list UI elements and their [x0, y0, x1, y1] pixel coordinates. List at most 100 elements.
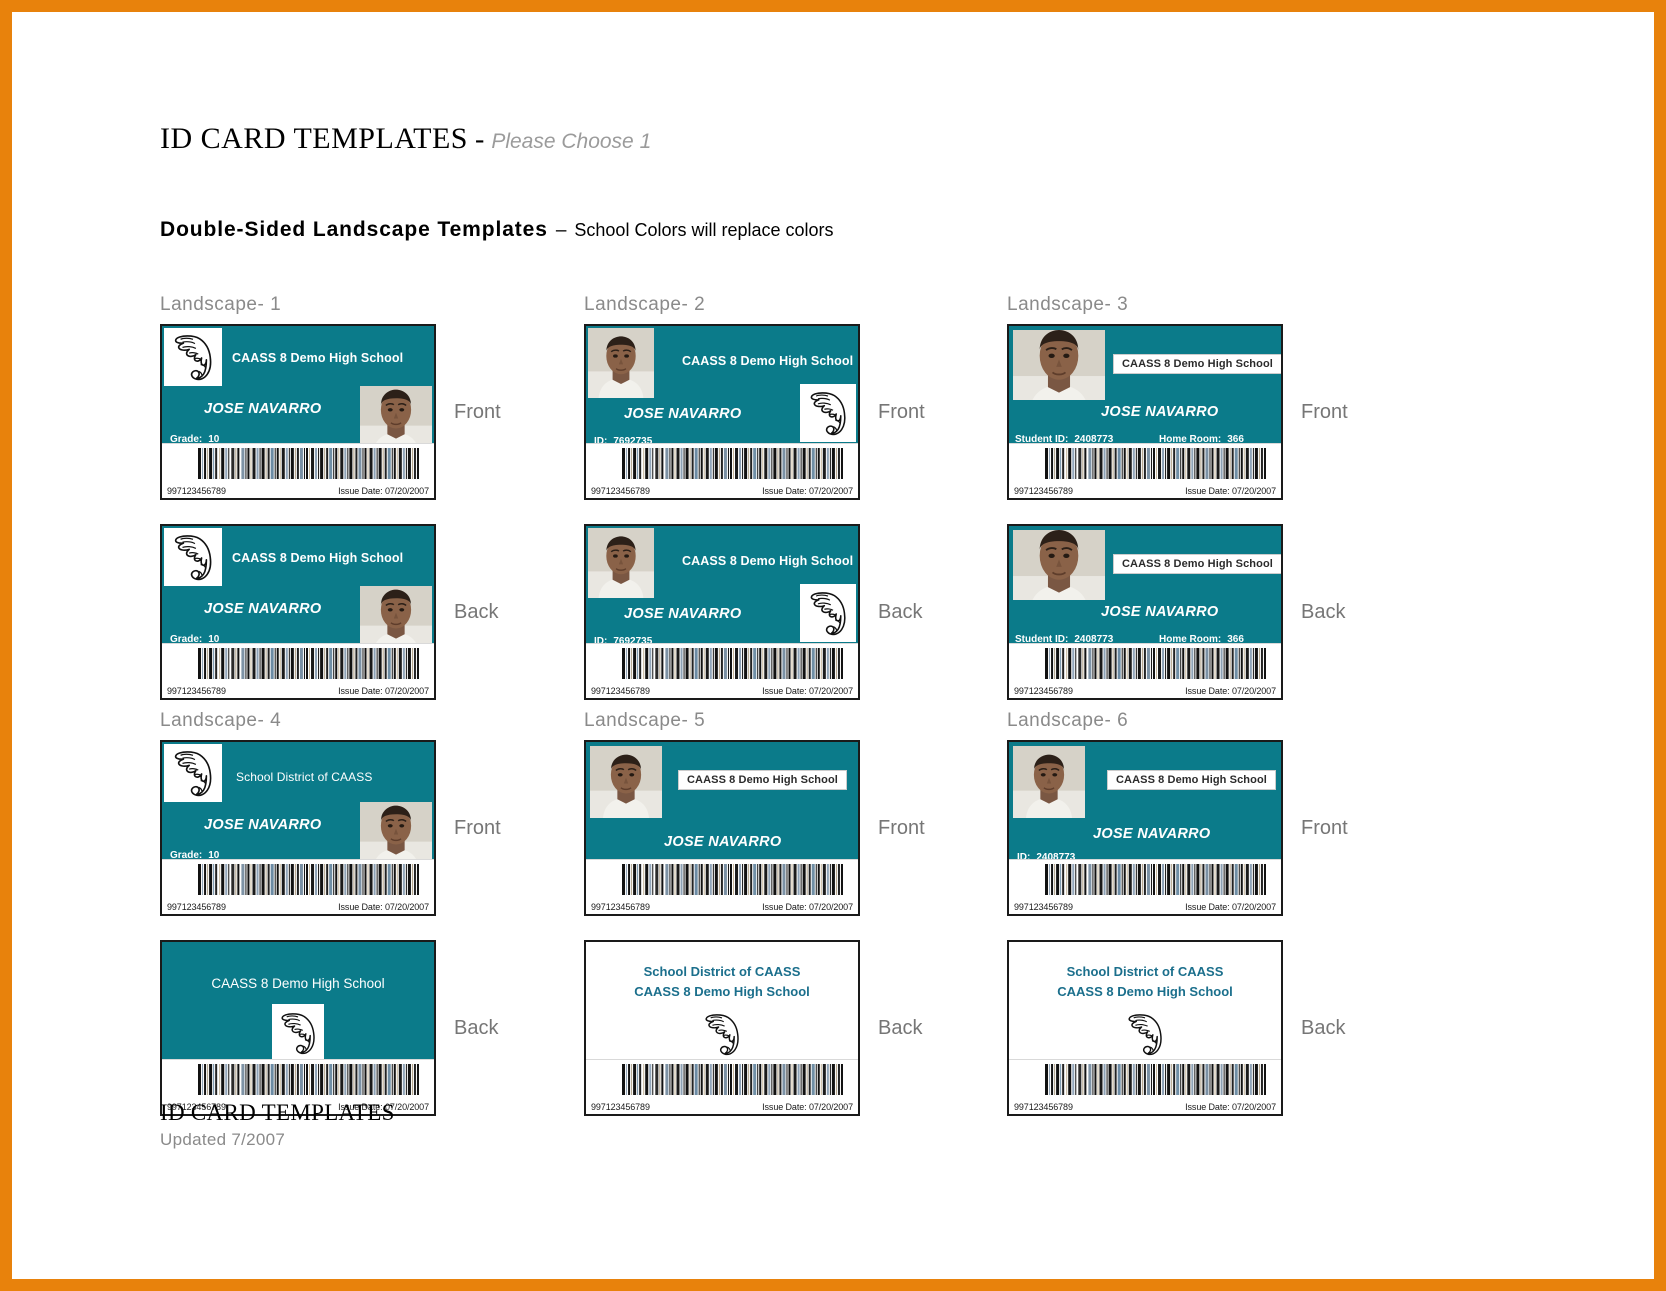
card-student-name: JOSE NAVARRO	[624, 406, 742, 422]
card-row-l5-back: School District of CAASS CAASS 8 Demo Hi…	[584, 940, 925, 1116]
card-row-l3-front: CAASS 8 Demo High School JOSE NAVARRO St…	[1007, 324, 1348, 500]
row-spacer	[160, 916, 501, 940]
card-student-name: JOSE NAVARRO	[1101, 404, 1219, 420]
template-label-landscape-1: Landscape- 1	[160, 294, 282, 315]
card-school-name: CAASS 8 Demo High School	[232, 351, 404, 365]
barcode-icon	[1045, 448, 1267, 479]
side-label-front: Front	[878, 400, 925, 423]
card-student-name: JOSE NAVARRO	[1093, 826, 1211, 842]
card-footer-text: 997123456789 Issue Date: 07/20/2007	[591, 686, 853, 696]
issue-date: Issue Date: 07/20/2007	[338, 686, 429, 696]
template-label-landscape-6: Landscape- 6	[1007, 710, 1129, 731]
card-district-name: School District of CAASS	[643, 964, 801, 979]
page-border-right	[1654, 0, 1666, 1291]
template-group-landscape-1: Landscape- 1 CAASS 8 Demo High School JO…	[160, 294, 501, 700]
template-group-landscape-6: Landscape- 6 CAASS 8 Demo High School JO…	[1007, 710, 1348, 1116]
card-field-grade: Grade: 10	[170, 850, 219, 859]
card-footer: 997123456789 Issue Date: 07/20/2007	[162, 859, 434, 914]
card-student-name: JOSE NAVARRO	[624, 606, 742, 622]
id-card-l3-front[interactable]: CAASS 8 Demo High School JOSE NAVARRO St…	[1007, 324, 1283, 500]
issue-date: Issue Date: 07/20/2007	[762, 902, 853, 912]
barcode-icon	[622, 448, 844, 479]
card-district-name: School District of CAASS	[1066, 964, 1224, 979]
card-field-id-label: ID:	[1017, 852, 1031, 859]
side-label-front: Front	[1301, 816, 1348, 839]
id-card-l5-front[interactable]: CAASS 8 Demo High School JOSE NAVARRO 99…	[584, 740, 860, 916]
card-student-name: JOSE NAVARRO	[664, 834, 782, 850]
card-field-grade-value: 10	[208, 434, 220, 443]
card-field-student-id-value: 2408773	[1074, 434, 1114, 443]
id-card-l4-back[interactable]: CAASS 8 Demo High School 997123456789 Is…	[160, 940, 436, 1116]
card-school-name: CAASS 8 Demo High School	[211, 976, 385, 991]
card-school-name: CAASS 8 Demo High School	[682, 354, 854, 368]
card-student-name: JOSE NAVARRO	[1101, 604, 1219, 620]
card-field-home-room-value: 366	[1227, 634, 1244, 643]
card-footer: 997123456789 Issue Date: 07/20/2007	[586, 643, 858, 698]
barcode-icon	[622, 648, 844, 679]
barcode-icon	[1045, 864, 1267, 895]
page-border-left	[0, 0, 12, 1291]
card-field-id: ID: 2408773	[1017, 852, 1075, 859]
card-field-id-value: 7692735	[613, 636, 653, 643]
issue-date: Issue Date: 07/20/2007	[1185, 486, 1276, 496]
issue-date: Issue Date: 07/20/2007	[762, 486, 853, 496]
tornado-mascot-logo-icon	[272, 1004, 324, 1059]
id-card-l5-back[interactable]: School District of CAASS CAASS 8 Demo Hi…	[584, 940, 860, 1116]
student-portrait-photo	[360, 802, 432, 859]
card-footer-text: 997123456789 Issue Date: 07/20/2007	[1014, 902, 1276, 912]
id-card-l4-front[interactable]: School District of CAASS JOSE NAVARRO Gr…	[160, 740, 436, 916]
id-card-l2-front[interactable]: CAASS 8 Demo High School JOSE NAVARRO ID…	[584, 324, 860, 500]
card-school-name: CAASS 8 Demo High School	[1057, 984, 1233, 999]
id-card-l2-back[interactable]: CAASS 8 Demo High School JOSE NAVARRO ID…	[584, 524, 860, 700]
card-footer: 997123456789 Issue Date: 07/20/2007	[586, 1059, 858, 1114]
card-field-id: ID: 7692735	[594, 636, 652, 643]
id-card-l1-back[interactable]: CAASS 8 Demo High School JOSE NAVARRO Gr…	[160, 524, 436, 700]
tornado-mascot-logo-icon	[800, 384, 856, 442]
barcode-number: 997123456789	[167, 686, 226, 696]
barcode-icon	[198, 448, 420, 479]
row-spacer	[584, 500, 925, 524]
barcode-number: 997123456789	[1014, 486, 1073, 496]
barcode-number: 997123456789	[1014, 1102, 1073, 1112]
side-label-front: Front	[454, 816, 501, 839]
page-footer-title: ID CARD TEMPLATES	[160, 1100, 395, 1125]
card-student-name: JOSE NAVARRO	[204, 601, 322, 617]
issue-date: Issue Date: 07/20/2007	[1185, 686, 1276, 696]
barcode-icon	[1045, 648, 1267, 679]
page-border-top	[0, 0, 1666, 12]
card-field-grade-value: 10	[208, 850, 220, 859]
card-body: CAASS 8 Demo High School JOSE NAVARRO St…	[1009, 526, 1281, 643]
card-row-l2-front: CAASS 8 Demo High School JOSE NAVARRO ID…	[584, 324, 925, 500]
card-field-student-id-label: Student ID:	[1015, 434, 1069, 443]
card-field-home-room-label: Home Room:	[1159, 434, 1222, 443]
row-spacer	[1007, 916, 1348, 940]
id-card-l3-back[interactable]: CAASS 8 Demo High School JOSE NAVARRO St…	[1007, 524, 1283, 700]
id-card-l1-front[interactable]: CAASS 8 Demo High School JOSE NAVARRO Gr…	[160, 324, 436, 500]
card-field-id-label: ID:	[594, 436, 608, 443]
side-label-front: Front	[454, 400, 501, 423]
card-row-l3-back: CAASS 8 Demo High School JOSE NAVARRO St…	[1007, 524, 1348, 700]
barcode-icon	[198, 864, 420, 895]
card-body: CAASS 8 Demo High School JOSE NAVARRO Gr…	[162, 526, 434, 643]
barcode-icon	[198, 1064, 420, 1095]
card-field-student-id-label: Student ID:	[1015, 634, 1069, 643]
template-group-landscape-2: Landscape- 2 CAASS 8 Demo High School JO…	[584, 294, 925, 700]
card-footer: 997123456789 Issue Date: 07/20/2007	[1009, 443, 1281, 498]
tornado-mascot-logo-icon	[800, 584, 856, 642]
page-border-bottom	[0, 1279, 1666, 1291]
card-field-grade-label: Grade:	[170, 434, 203, 443]
barcode-icon	[622, 1064, 844, 1095]
template-group-landscape-5: Landscape- 5 CAASS 8 Demo High School JO…	[584, 710, 925, 1116]
card-footer: 997123456789 Issue Date: 07/20/2007	[1009, 1059, 1281, 1114]
card-body: CAASS 8 Demo High School JOSE NAVARRO ID…	[1009, 742, 1281, 859]
student-portrait-photo	[588, 528, 654, 598]
tornado-mascot-logo-icon	[164, 744, 222, 802]
id-card-l6-back[interactable]: School District of CAASS CAASS 8 Demo Hi…	[1007, 940, 1283, 1116]
student-portrait-photo	[1013, 330, 1105, 400]
card-field-grade-label: Grade:	[170, 634, 203, 643]
card-field-id-value: 2408773	[1036, 852, 1076, 859]
id-card-l6-front[interactable]: CAASS 8 Demo High School JOSE NAVARRO ID…	[1007, 740, 1283, 916]
template-label-landscape-4: Landscape- 4	[160, 710, 282, 731]
card-body: CAASS 8 Demo High School JOSE NAVARRO ID…	[586, 326, 858, 443]
card-row-l2-back: CAASS 8 Demo High School JOSE NAVARRO ID…	[584, 524, 925, 700]
